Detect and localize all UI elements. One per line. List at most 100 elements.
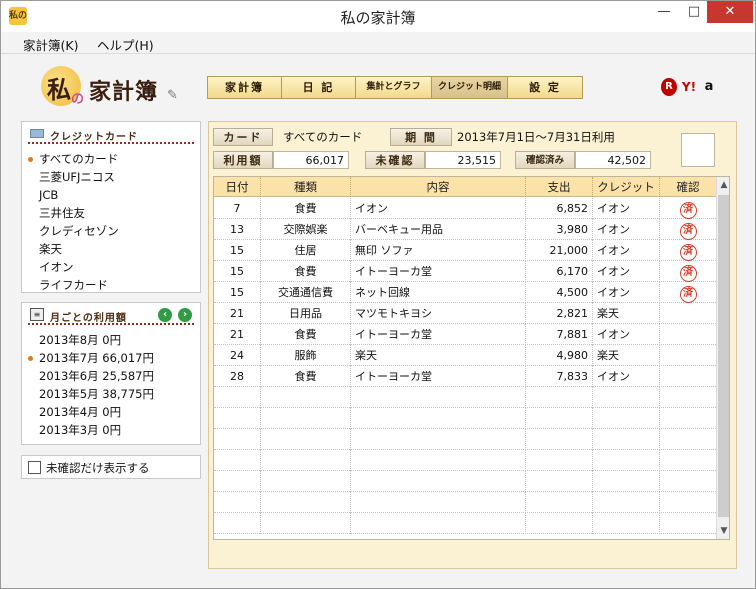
- cell-date: 28: [214, 366, 261, 387]
- table-row[interactable]: 21 食費 イトーヨーカ堂 7,881 イオン: [214, 324, 716, 345]
- table-row[interactable]: 21 日用品 マツモトキヨシ 2,821 楽天: [214, 303, 716, 324]
- confirmed-stamp-icon[interactable]: 済: [679, 223, 697, 240]
- credit-card-list-item[interactable]: 楽天: [22, 240, 200, 258]
- cell-confirmed: 済: [660, 219, 716, 240]
- cell-description: バーベキュー用品: [351, 219, 526, 240]
- table-row[interactable]: 28 食費 イトーヨーカ堂 7,833 イオン: [214, 366, 716, 387]
- cell-card: 楽天: [593, 345, 660, 366]
- header-card[interactable]: クレジット: [593, 177, 660, 197]
- table-row[interactable]: 13 交際娯楽 バーベキュー用品 3,980 イオン 済: [214, 219, 716, 240]
- close-button[interactable]: ✕: [707, 1, 753, 23]
- cell-description: マツモトキヨシ: [351, 303, 526, 324]
- credit-card-list-item[interactable]: イオン: [22, 258, 200, 276]
- unconfirmed-only-checkbox[interactable]: [28, 461, 41, 474]
- cell-amount: [526, 492, 593, 513]
- header-confirmed[interactable]: 確認: [660, 177, 716, 197]
- cell-confirmed: [660, 324, 716, 345]
- month-label: 2013年4月: [39, 405, 99, 419]
- month-list-item[interactable]: 2013年5月 38,775円: [22, 385, 200, 403]
- next-month-button[interactable]: ›: [178, 308, 192, 322]
- scroll-up-arrow-icon[interactable]: ▲: [717, 177, 729, 193]
- window-title: 私の家計簿: [340, 9, 416, 27]
- yahoo-icon[interactable]: Y!: [680, 78, 698, 96]
- table-row[interactable]: 24 服飾 楽天 4,980 楽天: [214, 345, 716, 366]
- monthly-usage-panel: ≡ 月ごとの利用額 ‹ › 2013年8月 0円 2013年7月 66,017円 2…: [21, 302, 201, 445]
- credit-card-name: ライフカード: [39, 278, 108, 292]
- table-row[interactable]: [214, 492, 716, 513]
- cell-card: イオン: [593, 240, 660, 261]
- tab-credit-statement[interactable]: クレジット明細: [432, 77, 508, 98]
- table-row[interactable]: [214, 450, 716, 471]
- cell-description: ネット回線: [351, 282, 526, 303]
- table-row[interactable]: 15 住居 無印 ソファ 21,000 イオン 済: [214, 240, 716, 261]
- cell-confirmed: [660, 345, 716, 366]
- header-description[interactable]: 内容: [351, 177, 526, 197]
- month-list-item[interactable]: 2013年6月 25,587円: [22, 367, 200, 385]
- month-list-item[interactable]: 2013年4月 0円: [22, 403, 200, 421]
- cell-kind: [261, 408, 351, 429]
- menu-kakeibo[interactable]: 家計簿(K): [23, 35, 78, 54]
- table-row[interactable]: [214, 408, 716, 429]
- header-amount[interactable]: 支出: [526, 177, 593, 197]
- tab-settings[interactable]: 設 定: [508, 77, 582, 98]
- cell-confirmed: 済: [660, 198, 716, 219]
- confirmed-stamp-icon[interactable]: 済: [679, 202, 697, 219]
- cell-description: 無印 ソファ: [351, 240, 526, 261]
- amazon-icon[interactable]: a: [701, 78, 717, 96]
- cell-card: イオン: [593, 219, 660, 240]
- month-label: 2013年7月: [39, 351, 99, 365]
- prev-month-button[interactable]: ‹: [158, 308, 172, 322]
- header-kind[interactable]: 種類: [261, 177, 351, 197]
- menu-help[interactable]: ヘルプ(H): [97, 35, 154, 54]
- table-row[interactable]: [214, 429, 716, 450]
- unconfirmed-filter[interactable]: 未確認だけ表示する: [21, 455, 201, 479]
- month-list-item[interactable]: 2013年3月 0円: [22, 421, 200, 439]
- cell-kind: 食費: [261, 324, 351, 345]
- cell-confirmed: [660, 387, 716, 408]
- minimize-button[interactable]: —: [651, 1, 677, 23]
- table-row[interactable]: 15 交通通信費 ネット回線 4,500 イオン 済: [214, 282, 716, 303]
- credit-card-list-item[interactable]: JCB: [22, 186, 200, 204]
- tab-summary-graph[interactable]: 集計とグラフ: [356, 77, 432, 98]
- scroll-thumb[interactable]: [718, 195, 729, 517]
- header-date[interactable]: 日付: [214, 177, 261, 197]
- confirmed-stamp-icon[interactable]: 済: [679, 286, 697, 303]
- confirmed-stamp-icon[interactable]: 済: [679, 265, 697, 282]
- rakuten-icon[interactable]: R: [661, 78, 677, 96]
- credit-card-list-item[interactable]: 三菱UFJニコス: [22, 168, 200, 186]
- menu-bar: 家計簿(K) ヘルプ(H): [1, 32, 755, 54]
- credit-card-list-item[interactable]: ライフカード: [22, 276, 200, 294]
- tab-kakeibo[interactable]: 家計簿: [208, 77, 282, 98]
- credit-card-list-item[interactable]: 三井住友: [22, 204, 200, 222]
- usage-amount-label: 利用額: [213, 151, 273, 169]
- cell-description: [351, 387, 526, 408]
- month-amount: 0円: [102, 423, 122, 437]
- tab-diary[interactable]: 日 記: [282, 77, 356, 98]
- cell-description: [351, 450, 526, 471]
- memo-box[interactable]: [681, 133, 715, 167]
- confirmed-label: 確認済み: [515, 151, 575, 169]
- unconfirmed-only-label: 未確認だけ表示する: [46, 461, 150, 475]
- month-list-item[interactable]: 2013年8月 0円: [22, 331, 200, 349]
- scroll-down-arrow-icon[interactable]: ▼: [717, 523, 729, 539]
- maximize-button[interactable]: □: [681, 1, 707, 23]
- table-row[interactable]: [214, 513, 716, 534]
- card-filter-value[interactable]: すべてのカード: [283, 128, 383, 146]
- table-row[interactable]: 7 食費 イオン 6,852 イオン済: [214, 198, 716, 219]
- period-value: 2013年7月1日～7月31日利用: [457, 130, 615, 144]
- table-row[interactable]: [214, 387, 716, 408]
- table-row[interactable]: [214, 471, 716, 492]
- cell-date: [214, 429, 261, 450]
- credit-card-list: すべてのカード 三菱UFJニコス JCB 三井住友 クレディセゾン 楽天 イオンライフカード: [22, 150, 200, 294]
- confirmed-stamp-icon[interactable]: 済: [679, 244, 697, 261]
- credit-card-list-item[interactable]: すべてのカード: [22, 150, 200, 168]
- table-row[interactable]: 15 食費 イトーヨーカ堂 6,170 イオン 済: [214, 261, 716, 282]
- credit-card-list-item[interactable]: クレディセゾン: [22, 222, 200, 240]
- cell-date: 15: [214, 240, 261, 261]
- selected-bullet-icon: [28, 356, 33, 361]
- table-scrollbar[interactable]: ▲ ▼: [716, 177, 729, 539]
- cell-card: イオン: [593, 261, 660, 282]
- cell-card: イオン: [593, 324, 660, 345]
- logo-text-watashi: 私: [47, 75, 71, 104]
- month-list-item[interactable]: 2013年7月 66,017円: [22, 349, 200, 367]
